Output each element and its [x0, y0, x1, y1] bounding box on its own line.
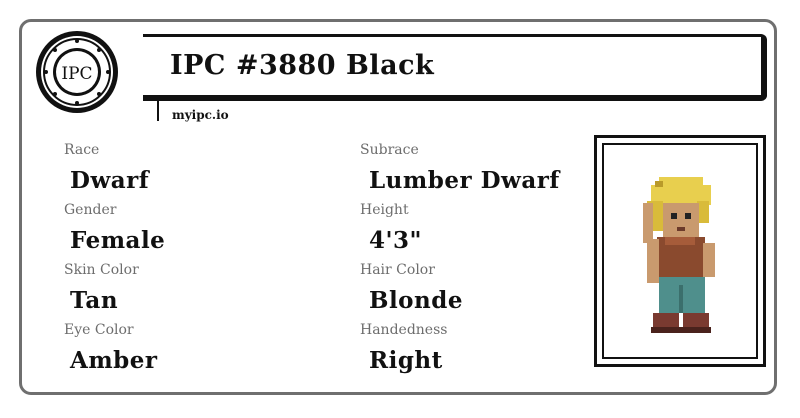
page-title: IPC #3880 Black	[170, 50, 435, 81]
height-label: Height	[360, 202, 409, 218]
gender-value: Female	[70, 227, 166, 254]
skin-color-label: Skin Color	[64, 262, 139, 278]
handedness-value: Right	[369, 347, 443, 374]
ipc-seal-logo: IPC	[36, 31, 118, 113]
site-url: myipc.io	[172, 108, 229, 122]
seal-text: IPC	[61, 64, 92, 84]
eye-color-value: Amber	[70, 347, 158, 374]
skin-color-value: Tan	[70, 287, 119, 314]
race-label: Race	[64, 142, 100, 158]
eye-color-label: Eye Color	[64, 322, 134, 338]
hair-color-label: Hair Color	[360, 262, 435, 278]
subrace-value: Lumber Dwarf	[369, 167, 560, 194]
race-value: Dwarf	[70, 167, 150, 194]
gender-label: Gender	[64, 202, 117, 218]
character-portrait-frame	[594, 135, 766, 367]
subrace-label: Subrace	[360, 142, 419, 158]
title-divider	[157, 101, 159, 121]
dwarf-character-sprite	[643, 177, 715, 333]
height-value: 4'3"	[369, 227, 423, 254]
handedness-label: Handedness	[360, 322, 448, 338]
hair-color-value: Blonde	[369, 287, 463, 314]
